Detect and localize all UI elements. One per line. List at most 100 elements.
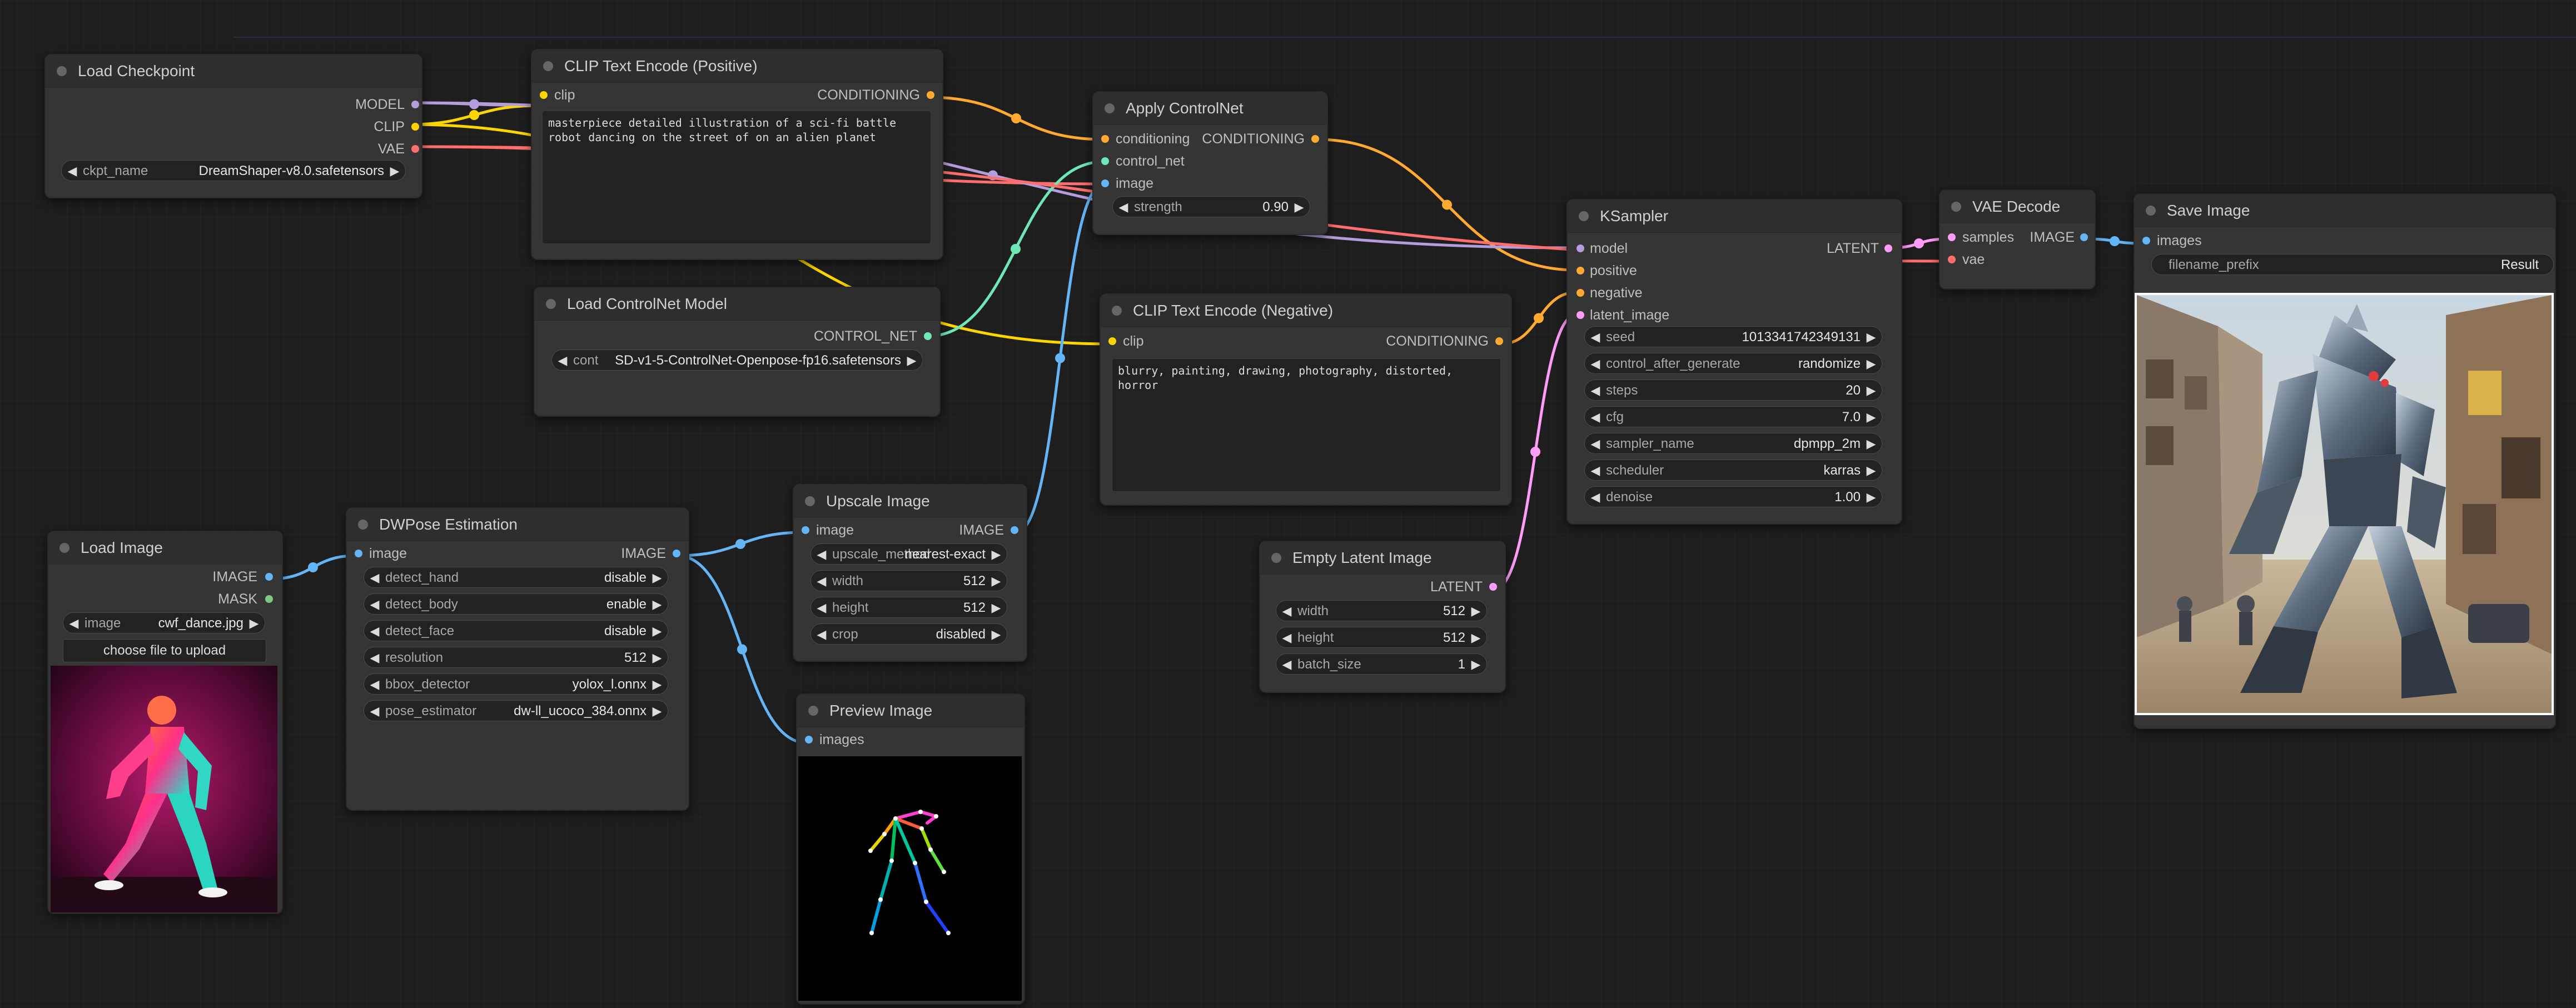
link-positive-to-controlnet-midpoint[interactable] — [1011, 113, 1021, 123]
filename-prefix-field[interactable]: filename_prefix Result — [2151, 254, 2554, 275]
input-slot-image[interactable] — [1101, 179, 1109, 187]
increment-arrow-icon[interactable]: ▶ — [649, 621, 665, 642]
link-negative-to-ksampler-midpoint[interactable] — [1534, 313, 1544, 323]
decrement-arrow-icon[interactable]: ◀ — [366, 567, 383, 588]
input-slot-images[interactable] — [805, 736, 813, 743]
input-slot-image[interactable] — [802, 526, 809, 534]
link-dwpose-to-preview-midpoint[interactable] — [737, 644, 747, 655]
decrement-arrow-icon[interactable]: ◀ — [1279, 627, 1295, 648]
node-empty-latent-image[interactable]: Empty Latent Image LATENT ◀ width 512 ▶ ◀ hei… — [1259, 541, 1506, 693]
increment-arrow-icon[interactable]: ▶ — [649, 647, 665, 668]
output-image[interactable]: IMAGE — [2030, 226, 2075, 248]
increment-arrow-icon[interactable]: ▶ — [1468, 654, 1484, 675]
increment-arrow-icon[interactable]: ▶ — [649, 674, 665, 695]
widget-detect-hand[interactable]: ◀ detect_hand disable ▶ — [364, 567, 668, 588]
pose-preview-image[interactable] — [798, 756, 1022, 1001]
image-combo[interactable]: ◀ image cwf_dance.jpg ▶ — [63, 612, 265, 633]
input-image-preview[interactable] — [51, 666, 277, 912]
node-collapse-dot[interactable] — [1579, 211, 1589, 221]
link-clip-positive-midpoint[interactable] — [469, 110, 479, 120]
increment-arrow-icon[interactable]: ▶ — [1468, 627, 1484, 648]
node-clip-text-encode-negative[interactable]: CLIP Text Encode (Negative) clip CONDITI… — [1100, 293, 1512, 506]
output-slot-model[interactable] — [411, 101, 419, 108]
widget-denoise[interactable]: ◀ denoise 1.00 ▶ — [1584, 486, 1882, 507]
output-image[interactable]: IMAGE — [212, 566, 257, 588]
node-collapse-dot[interactable] — [59, 543, 69, 553]
decrement-arrow-icon[interactable]: ◀ — [64, 161, 81, 182]
decrement-arrow-icon[interactable]: ◀ — [1587, 407, 1604, 428]
increment-arrow-icon[interactable]: ▶ — [988, 597, 1004, 618]
prompt-textarea[interactable]: blurry, painting, drawing, photography, … — [1112, 358, 1501, 492]
node-collapse-dot[interactable] — [2146, 206, 2156, 216]
output-slot-image[interactable] — [1011, 526, 1018, 534]
link-decode-to-save-midpoint[interactable] — [2110, 236, 2120, 246]
output-slot-control-net[interactable] — [924, 332, 932, 340]
node-title[interactable]: VAE Decode — [1940, 191, 2095, 223]
decrement-arrow-icon[interactable]: ◀ — [1279, 654, 1295, 675]
output-image[interactable]: IMAGE — [959, 519, 1004, 541]
input-samples[interactable]: samples — [1962, 226, 2014, 248]
widget-height[interactable]: ◀ height 512 ▶ — [1276, 627, 1487, 648]
input-slot-negative[interactable] — [1577, 289, 1584, 297]
ckpt-name-combo[interactable]: ◀ ckpt_name DreamShaper-v8.0.safetensors… — [61, 160, 406, 181]
decrement-arrow-icon[interactable]: ◀ — [66, 613, 82, 634]
input-model[interactable]: model — [1590, 237, 1628, 260]
output-slot-latent[interactable] — [1884, 244, 1892, 252]
decrement-arrow-icon[interactable]: ◀ — [1587, 327, 1604, 348]
node-upscale-image[interactable]: Upscale Image image IMAGE ◀ upscale_metho… — [793, 484, 1027, 662]
increment-arrow-icon[interactable]: ▶ — [386, 161, 403, 182]
choose-file-button[interactable]: choose file to upload — [63, 639, 266, 662]
widget-detect-face[interactable]: ◀ detect_face disable ▶ — [364, 620, 668, 641]
node-load-image[interactable]: Load Image IMAGE MASK ◀ image cwf_dance.… — [47, 531, 283, 914]
node-apply-controlnet[interactable]: Apply ControlNet conditioning control_ne… — [1092, 91, 1328, 235]
decrement-arrow-icon[interactable]: ◀ — [1587, 433, 1604, 455]
node-collapse-dot[interactable] — [358, 520, 368, 530]
link-latent-to-ksampler-midpoint[interactable] — [1530, 447, 1540, 457]
input-images[interactable]: images — [2157, 229, 2202, 252]
output-conditioning[interactable]: CONDITIONING — [1202, 128, 1305, 150]
input-slot-control-net[interactable] — [1101, 157, 1109, 165]
widget-width[interactable]: ◀ width 512 ▶ — [810, 570, 1007, 591]
widget-sampler-name[interactable]: ◀ sampler_name dpmpp_2m ▶ — [1584, 433, 1882, 454]
widget-cfg[interactable]: ◀ cfg 7.0 ▶ — [1584, 406, 1882, 427]
node-title[interactable]: CLIP Text Encode (Positive) — [532, 50, 942, 83]
output-slot-conditioning[interactable] — [1495, 337, 1503, 345]
node-clip-text-encode-positive[interactable]: CLIP Text Encode (Positive) clip CONDITI… — [531, 49, 943, 260]
input-slot-vae[interactable] — [1948, 256, 1956, 263]
strength-slider[interactable]: ◀ strength 0.90 ▶ — [1112, 196, 1310, 217]
increment-arrow-icon[interactable]: ▶ — [649, 701, 665, 722]
link-control-net-midpoint[interactable] — [1011, 244, 1021, 254]
node-vae-decode[interactable]: VAE Decode samples vae IMAGE — [1939, 189, 2096, 290]
widget-seed[interactable]: ◀ seed 1013341742349131 ▶ — [1584, 326, 1882, 347]
increment-arrow-icon[interactable]: ▶ — [1863, 460, 1879, 481]
node-save-image[interactable]: Save Image images filename_prefix Result — [2134, 193, 2556, 729]
node-collapse-dot[interactable] — [805, 496, 815, 506]
widget-resolution[interactable]: ◀ resolution 512 ▶ — [364, 647, 668, 668]
node-title[interactable]: Empty Latent Image — [1260, 542, 1505, 575]
increment-arrow-icon[interactable]: ▶ — [988, 624, 1004, 645]
input-latent-image[interactable]: latent_image — [1590, 304, 1669, 326]
output-slot-clip[interactable] — [411, 123, 419, 131]
input-vae[interactable]: vae — [1962, 248, 1985, 271]
increment-arrow-icon[interactable]: ▶ — [1863, 327, 1879, 348]
increment-arrow-icon[interactable]: ▶ — [988, 571, 1004, 592]
decrement-arrow-icon[interactable]: ◀ — [366, 647, 383, 668]
output-clip[interactable]: CLIP — [374, 116, 405, 138]
input-slot-clip[interactable] — [540, 91, 548, 99]
input-image[interactable]: image — [1116, 172, 1153, 194]
input-slot-samples[interactable] — [1948, 233, 1956, 241]
input-slot-clip[interactable] — [1108, 337, 1116, 345]
input-negative[interactable]: negative — [1590, 282, 1643, 304]
decrement-arrow-icon[interactable]: ◀ — [1115, 197, 1132, 218]
input-positive[interactable]: positive — [1590, 260, 1637, 282]
link-controlnet-to-ksampler-midpoint[interactable] — [1442, 199, 1452, 210]
node-title[interactable]: Preview Image — [797, 695, 1024, 727]
node-collapse-dot[interactable] — [1951, 202, 1961, 212]
output-latent[interactable]: LATENT — [1827, 237, 1879, 260]
node-load-checkpoint[interactable]: Load Checkpoint MODEL CLIP VAE ◀ ckpt_na… — [44, 54, 422, 198]
input-slot-images[interactable] — [2142, 237, 2150, 244]
increment-arrow-icon[interactable]: ▶ — [903, 350, 920, 371]
input-images[interactable]: images — [819, 728, 864, 751]
link-samples-midpoint[interactable] — [1914, 238, 1924, 248]
node-title[interactable]: Upscale Image — [794, 485, 1026, 518]
